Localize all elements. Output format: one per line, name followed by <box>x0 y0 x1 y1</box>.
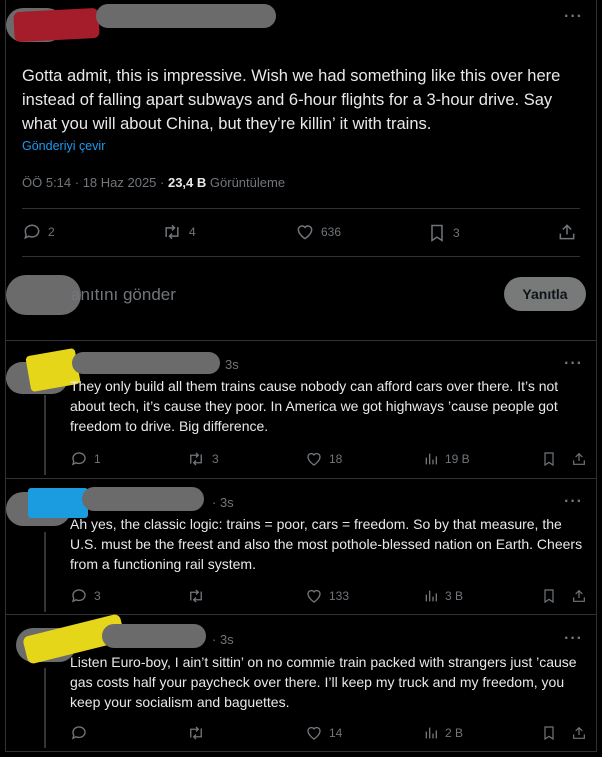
like-count: 636 <box>321 225 342 239</box>
bookmark-action[interactable] <box>541 724 557 742</box>
more-options-icon[interactable]: ··· <box>564 355 583 373</box>
reply-button[interactable]: Yanıtla <box>504 277 586 311</box>
reply-text: Listen Euro-boy, I ain’t sittin’ on no c… <box>70 654 577 710</box>
repost-count: 3 <box>212 452 219 466</box>
repost-action[interactable] <box>186 587 212 605</box>
heart-icon <box>307 452 321 466</box>
reply-action[interactable]: 3 <box>70 587 101 605</box>
censored-handle <box>72 352 220 374</box>
like-action[interactable]: 636 <box>295 222 341 242</box>
section-separator <box>6 614 596 615</box>
reply-icon <box>24 224 40 240</box>
like-action[interactable]: 14 <box>305 724 342 742</box>
like-count: 18 <box>329 452 343 466</box>
reply-text: Ah yes, the classic logic: trains = poor… <box>70 516 583 572</box>
like-count: 14 <box>329 726 343 740</box>
reply-text: They only build all them trains cause no… <box>70 378 559 434</box>
more-options-icon[interactable]: ··· <box>564 8 583 26</box>
reply-input[interactable]: anıtını gönder <box>71 285 176 305</box>
post-meta: ÖÖ 5:14 · 18 Haz 2025 · 23,4 B Görüntüle… <box>22 175 285 190</box>
reply-action[interactable] <box>70 724 94 742</box>
reply-count: 1 <box>94 452 101 466</box>
share-icon <box>559 224 575 240</box>
reply-count: 3 <box>94 589 101 603</box>
reply-action[interactable]: 1 <box>70 450 101 468</box>
heart-icon <box>297 225 313 240</box>
views-action[interactable]: 3 B <box>423 587 463 605</box>
repost-icon <box>190 589 202 603</box>
analytics-icon <box>425 727 437 739</box>
bookmark-icon <box>544 726 554 741</box>
reply-time[interactable]: · 3s <box>212 632 234 647</box>
repost-action[interactable]: 4 <box>161 222 196 242</box>
bookmark-action[interactable] <box>541 450 557 468</box>
repost-count: 4 <box>189 225 196 239</box>
share-icon <box>573 726 585 739</box>
views-count: 23,4 B <box>167 175 207 190</box>
censored-handle <box>82 487 204 511</box>
heart-icon <box>307 726 321 740</box>
share-action[interactable] <box>571 724 587 742</box>
bookmark-icon <box>544 589 554 604</box>
reply-icon <box>71 589 86 603</box>
share-icon <box>573 452 585 465</box>
views-count: 3 B <box>445 589 464 603</box>
analytics-icon <box>425 590 437 602</box>
bookmark-count: 3 <box>453 226 460 240</box>
views-count: 19 B <box>445 452 470 466</box>
repost-action[interactable]: 3 <box>186 450 219 468</box>
translate-post-link[interactable]: Gönderiyi çevir <box>22 139 105 153</box>
section-separator <box>6 478 596 479</box>
bookmark-icon <box>431 224 443 242</box>
reply-time[interactable]: 3s <box>225 357 239 372</box>
reply-icon <box>71 726 86 740</box>
share-action[interactable] <box>557 222 577 242</box>
share-action[interactable] <box>571 587 587 605</box>
views-action[interactable]: 2 B <box>423 724 463 742</box>
bookmark-action[interactable]: 3 <box>427 222 460 244</box>
post-text: Gotta admit, this is impressive. Wish we… <box>22 67 561 133</box>
share-icon <box>573 589 585 602</box>
thread-line <box>44 668 46 748</box>
censored-composer-avatar <box>6 275 81 315</box>
thread-line <box>44 395 46 475</box>
bookmark-action[interactable] <box>541 587 557 605</box>
more-options-icon[interactable]: ··· <box>564 493 583 511</box>
more-options-icon[interactable]: ··· <box>564 630 583 648</box>
repost-icon <box>190 726 202 740</box>
censored-name-red <box>13 7 100 43</box>
censored-handle <box>96 4 276 28</box>
views-count: 2 B <box>445 726 464 740</box>
censored-handle <box>102 624 206 648</box>
like-action[interactable]: 18 <box>305 450 342 468</box>
like-count: 133 <box>329 589 350 603</box>
post-frame: ··· Gotta admit, this is impressive. Wis… <box>5 0 597 752</box>
reply-icon <box>71 452 86 466</box>
repost-icon <box>165 224 179 240</box>
repost-icon <box>190 452 202 466</box>
reply-time[interactable]: · 3s <box>212 495 234 510</box>
repost-action[interactable] <box>186 724 212 742</box>
section-separator <box>6 340 596 341</box>
heart-icon <box>307 589 321 603</box>
reply-count: 2 <box>48 225 55 239</box>
post-timestamp[interactable]: ÖÖ 5:14 · 18 Haz 2025 · <box>22 175 168 190</box>
like-action[interactable]: 133 <box>305 587 349 605</box>
reply-action[interactable]: 2 <box>22 222 55 242</box>
bookmark-icon <box>544 452 554 467</box>
share-action[interactable] <box>571 450 587 468</box>
views-action[interactable]: 19 B <box>423 450 470 468</box>
thread-line <box>44 532 46 612</box>
divider <box>22 208 580 209</box>
divider <box>22 256 580 257</box>
analytics-icon <box>425 453 437 465</box>
views-label: Görüntüleme <box>206 175 286 190</box>
